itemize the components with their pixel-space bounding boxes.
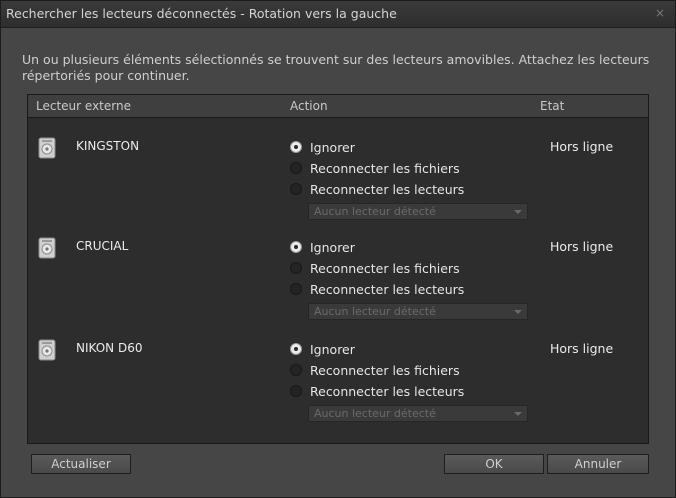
radio-button[interactable] [290,241,302,253]
chevron-down-icon [514,310,522,314]
option-label: Reconnecter les lecteurs [310,384,465,399]
option-label: Reconnecter les fichiers [310,363,460,378]
header-action: Action [290,99,328,113]
dropdown-label: Aucun lecteur détecté [314,205,436,218]
radio-button[interactable] [290,262,302,274]
status-text: Hors ligne [550,239,614,254]
drive-dropdown[interactable]: Aucun lecteur détecté [308,203,528,220]
drive-icon [38,339,56,361]
option-label: Ignorer [310,342,355,357]
drive-icon [38,237,56,259]
dropdown-label: Aucun lecteur détecté [314,407,436,420]
dropdown-label: Aucun lecteur détecté [314,305,436,318]
window-title: Rechercher les lecteurs déconnectés - Ro… [6,6,397,21]
title-bar: Rechercher les lecteurs déconnectés - Ro… [1,1,675,28]
ok-button[interactable]: OK [444,454,544,474]
info-message: Un ou plusieurs éléments sélectionnés se… [22,52,650,83]
option-label: Reconnecter les fichiers [310,261,460,276]
radio-button[interactable] [290,162,302,174]
table-header: Lecteur externe Action Etat [28,95,648,118]
header-status: Etat [540,99,565,113]
option-label: Reconnecter les fichiers [310,161,460,176]
table-row: CRUCIAL Ignorer Reconnecter les fichiers… [28,233,648,333]
table-row: NIKON D60 Ignorer Reconnecter les fichie… [28,335,648,435]
option-label: Reconnecter les lecteurs [310,182,465,197]
drive-name: KINGSTON [76,139,140,153]
drives-table: Lecteur externe Action Etat KINGSTON Ign… [27,94,649,444]
radio-button[interactable] [290,343,302,355]
drive-dropdown[interactable]: Aucun lecteur détecté [308,405,528,422]
cancel-button[interactable]: Annuler [547,454,649,474]
drive-name: CRUCIAL [76,239,129,253]
refresh-button[interactable]: Actualiser [31,454,131,474]
option-label: Ignorer [310,240,355,255]
option-label: Ignorer [310,140,355,155]
radio-button[interactable] [290,183,302,195]
status-text: Hors ligne [550,139,614,154]
status-text: Hors ligne [550,341,614,356]
option-label: Reconnecter les lecteurs [310,282,465,297]
chevron-down-icon [514,210,522,214]
chevron-down-icon [514,412,522,416]
dialog-window: Rechercher les lecteurs déconnectés - Ro… [0,0,676,498]
radio-button[interactable] [290,141,302,153]
radio-button[interactable] [290,364,302,376]
drive-icon [38,137,56,159]
table-row: KINGSTON Ignorer Reconnecter les fichier… [28,133,648,233]
radio-button[interactable] [290,385,302,397]
close-icon[interactable]: × [655,6,665,20]
header-drive: Lecteur externe [36,99,131,113]
drive-dropdown[interactable]: Aucun lecteur détecté [308,303,528,320]
radio-button[interactable] [290,283,302,295]
drive-name: NIKON D60 [76,341,143,355]
